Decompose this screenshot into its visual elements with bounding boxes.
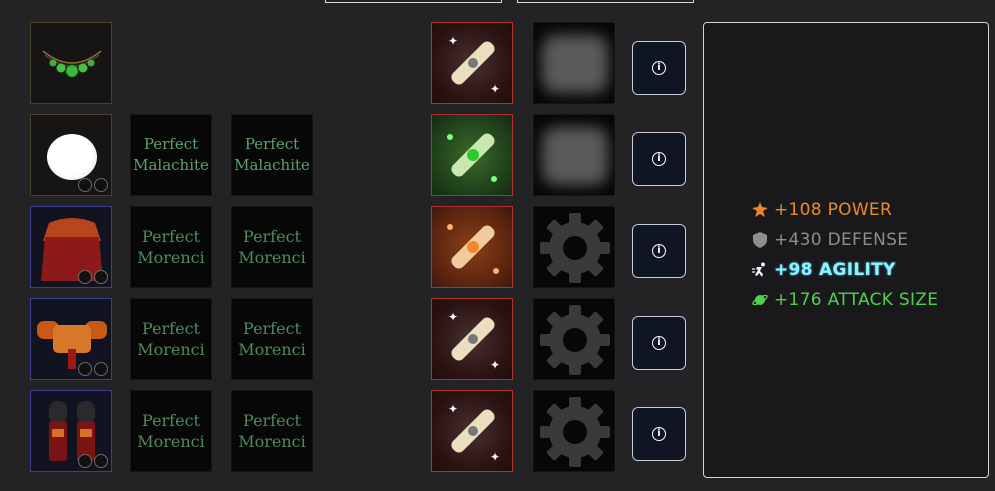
top-tab-right[interactable]	[517, 0, 694, 3]
gem-slot-2[interactable]: Perfect Malachite	[231, 114, 313, 196]
blurred-rune-icon	[542, 127, 608, 185]
svg-text:✦: ✦	[490, 450, 500, 464]
socket-indicators	[78, 178, 108, 192]
enchant-scroll-slot[interactable]	[431, 206, 513, 288]
blurred-rune-icon	[542, 35, 608, 93]
gem-label: Perfect Morenci	[137, 319, 205, 359]
gem-label: Perfect Morenci	[238, 319, 306, 359]
equipment-slot-orb[interactable]	[30, 114, 112, 196]
scroll-icon: ✦✦	[448, 310, 500, 372]
planet-icon	[752, 292, 768, 308]
rune-slot[interactable]	[533, 390, 615, 472]
gem-label: Perfect Morenci	[137, 227, 205, 267]
info-button[interactable]: i	[632, 41, 686, 95]
socket-indicators	[78, 454, 108, 468]
rune-slot[interactable]	[533, 114, 615, 196]
shield-icon	[752, 232, 768, 248]
stats-panel: +108 POWER +430 DEFENSE +98 AGILITY +176…	[703, 22, 989, 478]
enchant-scroll-slot[interactable]: ✦ ✦	[431, 390, 513, 472]
scroll-icon: ✦✦	[448, 34, 500, 96]
stat-defense-label: +430 DEFENSE	[774, 230, 909, 250]
stat-defense: +430 DEFENSE	[752, 225, 938, 255]
rune-slot[interactable]	[533, 206, 615, 288]
svg-text:✦: ✦	[448, 310, 458, 324]
info-icon: i	[652, 427, 666, 441]
info-icon: i	[652, 336, 666, 350]
info-button[interactable]: i	[632, 132, 686, 186]
svg-text:✦: ✦	[448, 402, 458, 416]
info-icon: i	[652, 61, 666, 75]
gem-slot-2[interactable]: Perfect Morenci	[231, 206, 313, 288]
equipment-slot-cape[interactable]	[30, 206, 112, 288]
top-tab-left[interactable]	[325, 0, 502, 3]
stat-power: +108 POWER	[752, 195, 938, 225]
rune-slot[interactable]	[533, 22, 615, 104]
gem-slot-1[interactable]: Perfect Malachite	[130, 114, 212, 196]
scroll-icon: ✦✦	[448, 402, 500, 464]
gem-label: Perfect Morenci	[137, 411, 205, 451]
gem-slot-1[interactable]: Perfect Morenci	[130, 298, 212, 380]
info-button[interactable]: i	[632, 407, 686, 461]
info-icon: i	[652, 244, 666, 258]
scroll-icon	[447, 224, 499, 274]
scroll-icon	[447, 133, 497, 182]
gem-slot-2[interactable]: Perfect Morenci	[231, 390, 313, 472]
gear-icon	[540, 213, 610, 283]
necklace-icon	[42, 50, 102, 78]
svg-text:✦: ✦	[490, 358, 500, 372]
gear-icon	[540, 305, 610, 375]
running-icon	[752, 262, 768, 278]
svg-text:✦: ✦	[490, 82, 500, 96]
equipment-slot-necklace[interactable]	[30, 22, 112, 104]
stat-attack-size: +176 ATTACK SIZE	[752, 285, 938, 315]
gem-label: Perfect Morenci	[238, 227, 306, 267]
info-button[interactable]: i	[632, 316, 686, 370]
socket-indicators	[78, 270, 108, 284]
equipment-slot-chest-armor[interactable]	[30, 298, 112, 380]
stat-power-label: +108 POWER	[774, 200, 893, 220]
orb-icon	[47, 134, 97, 180]
rune-slot[interactable]	[533, 298, 615, 380]
power-icon	[752, 202, 768, 218]
gem-label: Perfect Morenci	[238, 411, 306, 451]
svg-text:✦: ✦	[448, 34, 458, 48]
info-button[interactable]: i	[632, 224, 686, 278]
gem-label: Perfect Malachite	[234, 135, 310, 174]
gem-label: Perfect Malachite	[133, 135, 209, 174]
stat-attack-size-label: +176 ATTACK SIZE	[774, 290, 939, 310]
equipment-slot-boots[interactable]	[30, 390, 112, 472]
stat-agility: +98 AGILITY	[752, 255, 938, 285]
info-icon: i	[652, 152, 666, 166]
gear-icon	[540, 397, 610, 467]
gem-slot-1[interactable]: Perfect Morenci	[130, 390, 212, 472]
socket-indicators	[78, 362, 108, 376]
enchant-scroll-slot[interactable]: ✦ ✦	[431, 298, 513, 380]
gem-slot-2[interactable]: Perfect Morenci	[231, 298, 313, 380]
stat-agility-label: +98 AGILITY	[774, 260, 896, 280]
enchant-scroll-slot[interactable]: ✦ ✦	[431, 22, 513, 104]
stats-list: +108 POWER +430 DEFENSE +98 AGILITY +176…	[752, 195, 938, 315]
enchant-scroll-slot[interactable]	[431, 114, 513, 196]
gem-slot-1[interactable]: Perfect Morenci	[130, 206, 212, 288]
